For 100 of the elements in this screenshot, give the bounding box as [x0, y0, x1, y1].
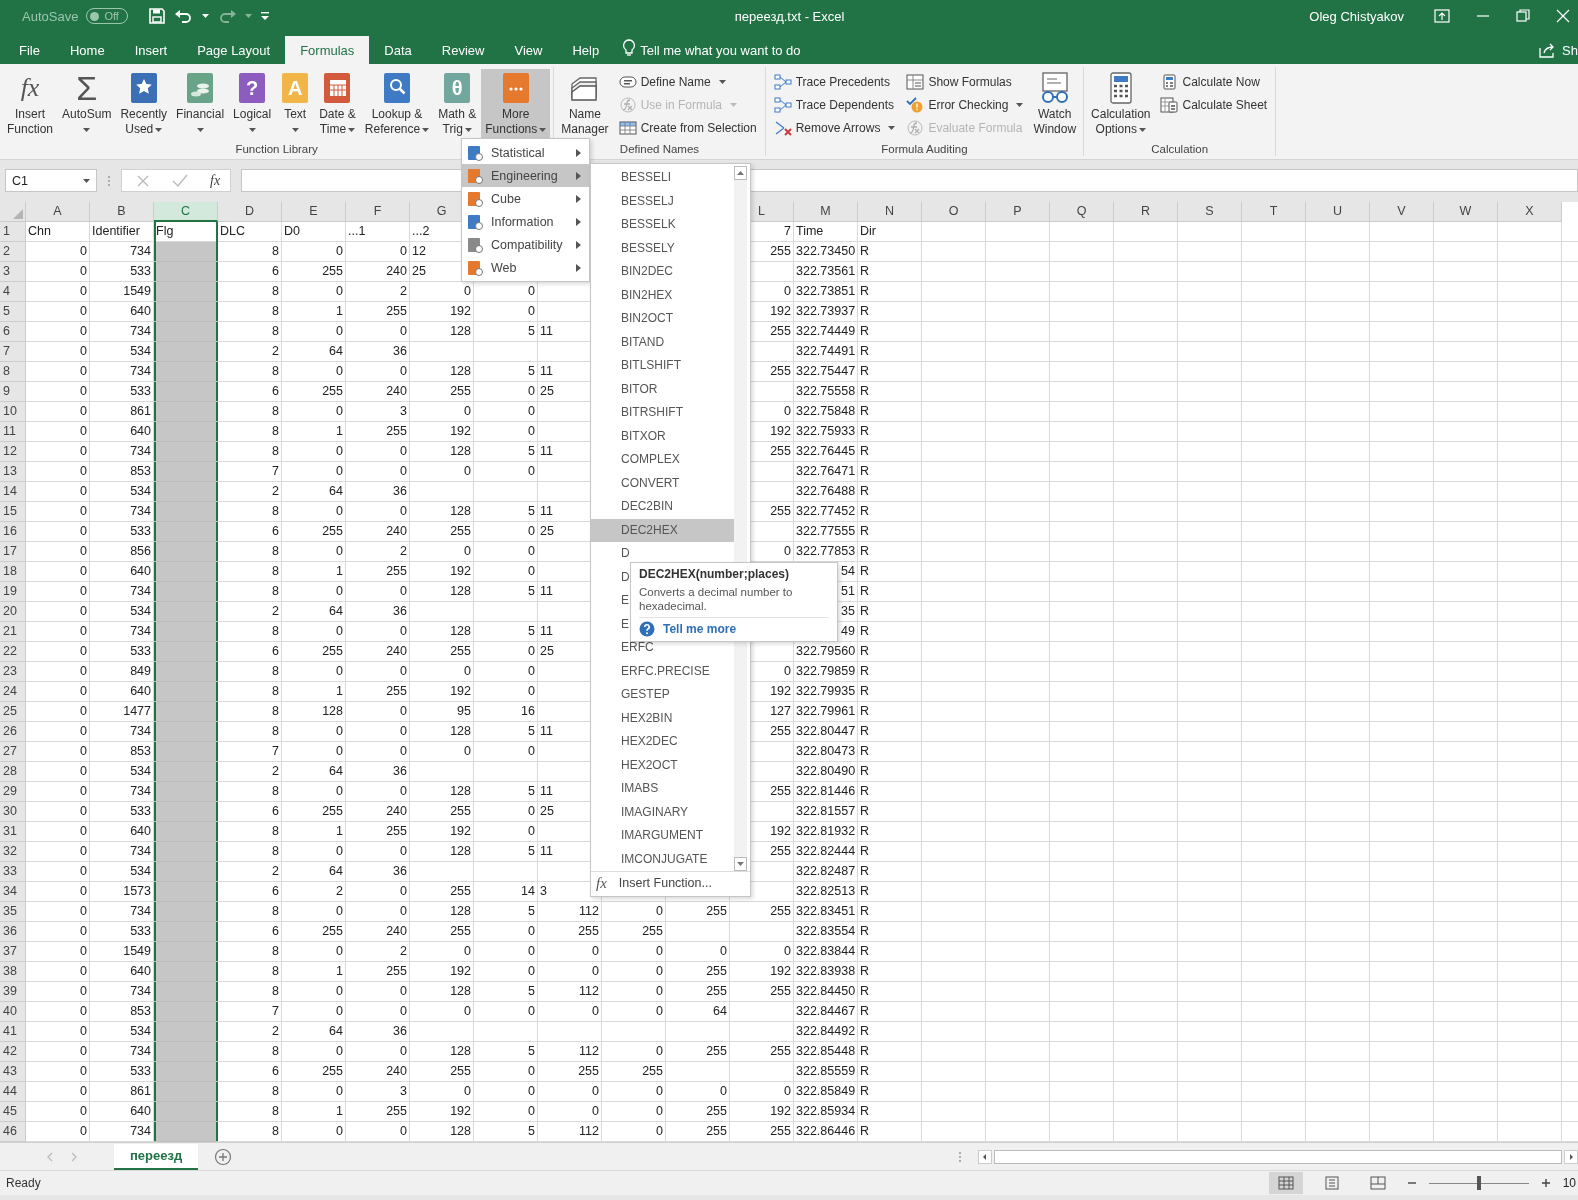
menu-item[interactable]: BITAND	[591, 330, 734, 354]
menu-item[interactable]: HEX2OCT	[591, 753, 734, 777]
grip-icon[interactable]	[958, 1150, 962, 1163]
row-header[interactable]: 42	[0, 1042, 26, 1062]
menu-item[interactable]: Statistical	[462, 141, 589, 164]
row-header[interactable]: 35	[0, 902, 26, 922]
row-header[interactable]: 32	[0, 842, 26, 862]
row-header[interactable]: 46	[0, 1122, 26, 1142]
ribbon-tab[interactable]: Data	[369, 36, 427, 64]
ribbon-button[interactable]: Calculation Options	[1087, 69, 1155, 141]
ribbon-button[interactable]: Watch Window	[1029, 69, 1081, 141]
row-header[interactable]: 3	[0, 262, 26, 282]
ribbon-button[interactable]: Calculate Sheet	[1157, 94, 1271, 116]
menu-item[interactable]: DEC2HEX	[591, 518, 734, 542]
row-header[interactable]: 10	[0, 402, 26, 422]
ribbon-button[interactable]: Recently Used	[116, 69, 172, 141]
row-header[interactable]: 33	[0, 862, 26, 882]
zoom-level[interactable]: 10	[1562, 1176, 1578, 1190]
ribbon-button[interactable]: Date & Time	[315, 69, 360, 141]
menu-item[interactable]: Compatibility	[462, 233, 589, 256]
share-button[interactable]: Sh	[1528, 36, 1578, 64]
column-header[interactable]: T	[1242, 202, 1306, 222]
row-header[interactable]: 25	[0, 702, 26, 722]
row-header[interactable]: 16	[0, 522, 26, 542]
row-header[interactable]: 11	[0, 422, 26, 442]
horizontal-scrollbar[interactable]	[978, 1148, 1578, 1165]
ribbon-tab[interactable]: Formulas	[285, 36, 370, 64]
menu-item[interactable]: BITLSHIFT	[591, 354, 734, 378]
check-icon[interactable]	[172, 173, 188, 188]
ribbon-button[interactable]: Remove Arrows	[770, 117, 899, 139]
row-header[interactable]: 28	[0, 762, 26, 782]
column-header[interactable]: X	[1498, 202, 1562, 222]
scroll-up-icon[interactable]	[734, 166, 747, 180]
menu-item[interactable]: IMARGUMENT	[591, 824, 734, 848]
menu-item[interactable]: IMABS	[591, 777, 734, 801]
row-header[interactable]: 19	[0, 582, 26, 602]
column-header[interactable]: W	[1434, 202, 1498, 222]
row-header[interactable]: 17	[0, 542, 26, 562]
row-header[interactable]: 8	[0, 362, 26, 382]
ribbon-button[interactable]: fx Insert Function	[3, 69, 58, 141]
menu-item[interactable]: Web	[462, 256, 589, 279]
ribbon-tab[interactable]: Page Layout	[182, 36, 286, 64]
row-header[interactable]: 2	[0, 242, 26, 262]
ribbon-button[interactable]: Error Checking	[903, 94, 1027, 116]
menu-item[interactable]: BITRSHIFT	[591, 401, 734, 425]
grip-icon[interactable]	[107, 174, 111, 187]
ribbon-tab[interactable]: File	[4, 36, 55, 64]
row-header[interactable]: 6	[0, 322, 26, 342]
menu-item[interactable]: fx Insert Function...	[591, 871, 750, 894]
zoom-slider-thumb[interactable]	[1476, 1175, 1481, 1190]
row-header[interactable]: 34	[0, 882, 26, 902]
row-header[interactable]: 23	[0, 662, 26, 682]
row-header[interactable]: 12	[0, 442, 26, 462]
ribbon-display-icon[interactable]	[1434, 9, 1450, 23]
row-header[interactable]: 1	[0, 222, 26, 242]
ribbon-tab[interactable]: Insert	[119, 36, 183, 64]
menu-item[interactable]: HEX2BIN	[591, 706, 734, 730]
menu-item[interactable]: ERFC.PRECISE	[591, 659, 734, 683]
customize-menu-icon[interactable]	[259, 10, 270, 22]
add-sheet-icon[interactable]	[214, 1147, 233, 1166]
ribbon-button[interactable]: Calculate Now	[1157, 71, 1271, 93]
row-header[interactable]: 40	[0, 1002, 26, 1022]
tell-me-field[interactable]: Tell me what you want to do	[640, 39, 831, 61]
column-header[interactable]: M	[794, 202, 858, 222]
menu-item[interactable]: BESSELY	[591, 236, 734, 260]
column-header[interactable]: P	[986, 202, 1050, 222]
column-header[interactable]: V	[1370, 202, 1434, 222]
row-header[interactable]: 24	[0, 682, 26, 702]
row-header[interactable]: 29	[0, 782, 26, 802]
row-header[interactable]: 4	[0, 282, 26, 302]
menu-item[interactable]: BIN2DEC	[591, 260, 734, 284]
column-header[interactable]: D	[218, 202, 282, 222]
ribbon-button[interactable]: ? Logical	[229, 69, 276, 141]
close-icon[interactable]	[1556, 9, 1570, 23]
column-header[interactable]: N	[858, 202, 922, 222]
ribbon-button[interactable]: More Functions	[481, 69, 551, 141]
view-button[interactable]	[1268, 1172, 1303, 1194]
row-header[interactable]: 39	[0, 982, 26, 1002]
ribbon-tab[interactable]: Home	[54, 36, 120, 64]
row-header[interactable]: 13	[0, 462, 26, 482]
sheet-tab[interactable]: переезд	[114, 1143, 199, 1170]
menu-item[interactable]: DEC2BIN	[591, 495, 734, 519]
menu-item[interactable]: Engineering	[462, 164, 589, 187]
cancel-icon[interactable]	[136, 173, 150, 188]
column-header[interactable]: O	[922, 202, 986, 222]
menu-item[interactable]: CONVERT	[591, 471, 734, 495]
row-header[interactable]: 36	[0, 922, 26, 942]
row-header[interactable]: 5	[0, 302, 26, 322]
menu-item[interactable]: GESTEP	[591, 683, 734, 707]
menu-item[interactable]: HEX2DEC	[591, 730, 734, 754]
column-header[interactable]: E	[282, 202, 346, 222]
menu-item[interactable]: BITXOR	[591, 424, 734, 448]
zoom-in-icon[interactable]	[1540, 1178, 1551, 1188]
row-header[interactable]: 7	[0, 342, 26, 362]
insert-function-icon[interactable]: fx	[210, 172, 221, 189]
menu-item[interactable]: BESSELI	[591, 166, 734, 190]
column-header[interactable]: A	[26, 202, 90, 222]
ribbon-button[interactable]: θ Math & Trig	[434, 69, 481, 141]
column-header[interactable]: S	[1178, 202, 1242, 222]
ribbon-button[interactable]: Show Formulas	[903, 71, 1027, 93]
